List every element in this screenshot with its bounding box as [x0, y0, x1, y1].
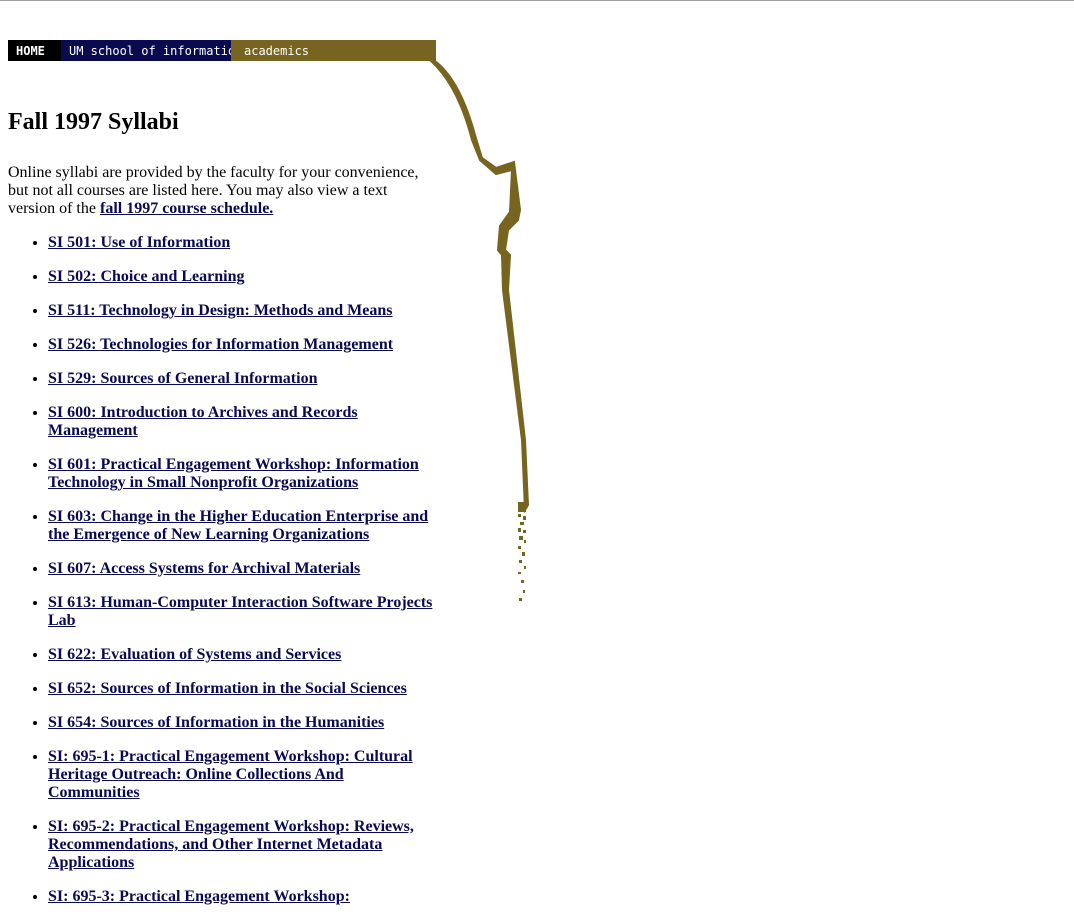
main-content: Fall 1997 Syllabi Online syllabi are pro… [8, 98, 438, 922]
course-list-item: SI 613: Human-Computer Interaction Softw… [48, 594, 438, 630]
course-list-item: SI 607: Access Systems for Archival Mate… [48, 560, 438, 578]
course-link[interactable]: SI 607: Access Systems for Archival Mate… [48, 560, 360, 577]
course-list-item: SI 601: Practical Engagement Workshop: I… [48, 456, 438, 492]
course-link[interactable]: SI: 695-2: Practical Engagement Workshop… [48, 818, 414, 871]
course-link[interactable]: SI 652: Sources of Information in the So… [48, 680, 407, 697]
course-list-item: SI 529: Sources of General Information [48, 370, 438, 388]
course-list-item: SI 501: Use of Information [48, 234, 438, 252]
course-link[interactable]: SI 526: Technologies for Information Man… [48, 336, 393, 353]
course-list-item: SI 652: Sources of Information in the So… [48, 680, 438, 698]
course-list-item: SI: 695-3: Practical Engagement Workshop… [48, 888, 438, 906]
course-list: SI 501: Use of Information SI 502: Choice… [8, 234, 438, 906]
course-list-item: SI 622: Evaluation of Systems and Servic… [48, 646, 438, 664]
course-list-item: SI 526: Technologies for Information Man… [48, 336, 438, 354]
course-link[interactable]: SI 601: Practical Engagement Workshop: I… [48, 456, 419, 491]
course-list-item: SI 502: Choice and Learning [48, 268, 438, 286]
course-list-item: SI: 695-2: Practical Engagement Workshop… [48, 818, 438, 872]
course-link[interactable]: SI 529: Sources of General Information [48, 370, 317, 387]
course-list-item: SI 511: Technology in Design: Methods an… [48, 302, 438, 320]
nav-home-link[interactable]: HOME [8, 40, 61, 61]
window-top-border [0, 0, 1074, 1]
course-link[interactable]: SI 501: Use of Information [48, 234, 230, 251]
course-schedule-link[interactable]: fall 1997 course schedule. [100, 200, 273, 217]
course-link[interactable]: SI 603: Change in the Higher Education E… [48, 508, 428, 543]
intro-paragraph: Online syllabi are provided by the facul… [8, 164, 438, 218]
top-navigation-bar: HOME UM school of information academics [8, 40, 435, 61]
course-list-item: SI 600: Introduction to Archives and Rec… [48, 404, 438, 440]
course-link[interactable]: SI 600: Introduction to Archives and Rec… [48, 404, 358, 439]
course-link[interactable]: SI 511: Technology in Design: Methods an… [48, 302, 393, 319]
course-list-item: SI: 695-1: Practical Engagement Workshop… [48, 748, 438, 802]
decorative-tower-graphic [430, 40, 530, 601]
nav-academics-link[interactable]: academics [231, 40, 435, 61]
course-list-item: SI 603: Change in the Higher Education E… [48, 508, 438, 544]
course-link[interactable]: SI: 695-1: Practical Engagement Workshop… [48, 748, 413, 801]
course-link[interactable]: SI 622: Evaluation of Systems and Servic… [48, 646, 341, 663]
page-title: Fall 1997 Syllabi [8, 109, 179, 135]
course-link[interactable]: SI: 695-3: Practical Engagement Workshop… [48, 888, 350, 905]
course-link[interactable]: SI 613: Human-Computer Interaction Softw… [48, 594, 432, 629]
nav-school-link[interactable]: UM school of information [61, 40, 242, 61]
course-link[interactable]: SI 654: Sources of Information in the Hu… [48, 714, 384, 731]
course-link[interactable]: SI 502: Choice and Learning [48, 268, 244, 285]
course-list-item: SI 654: Sources of Information in the Hu… [48, 714, 438, 732]
